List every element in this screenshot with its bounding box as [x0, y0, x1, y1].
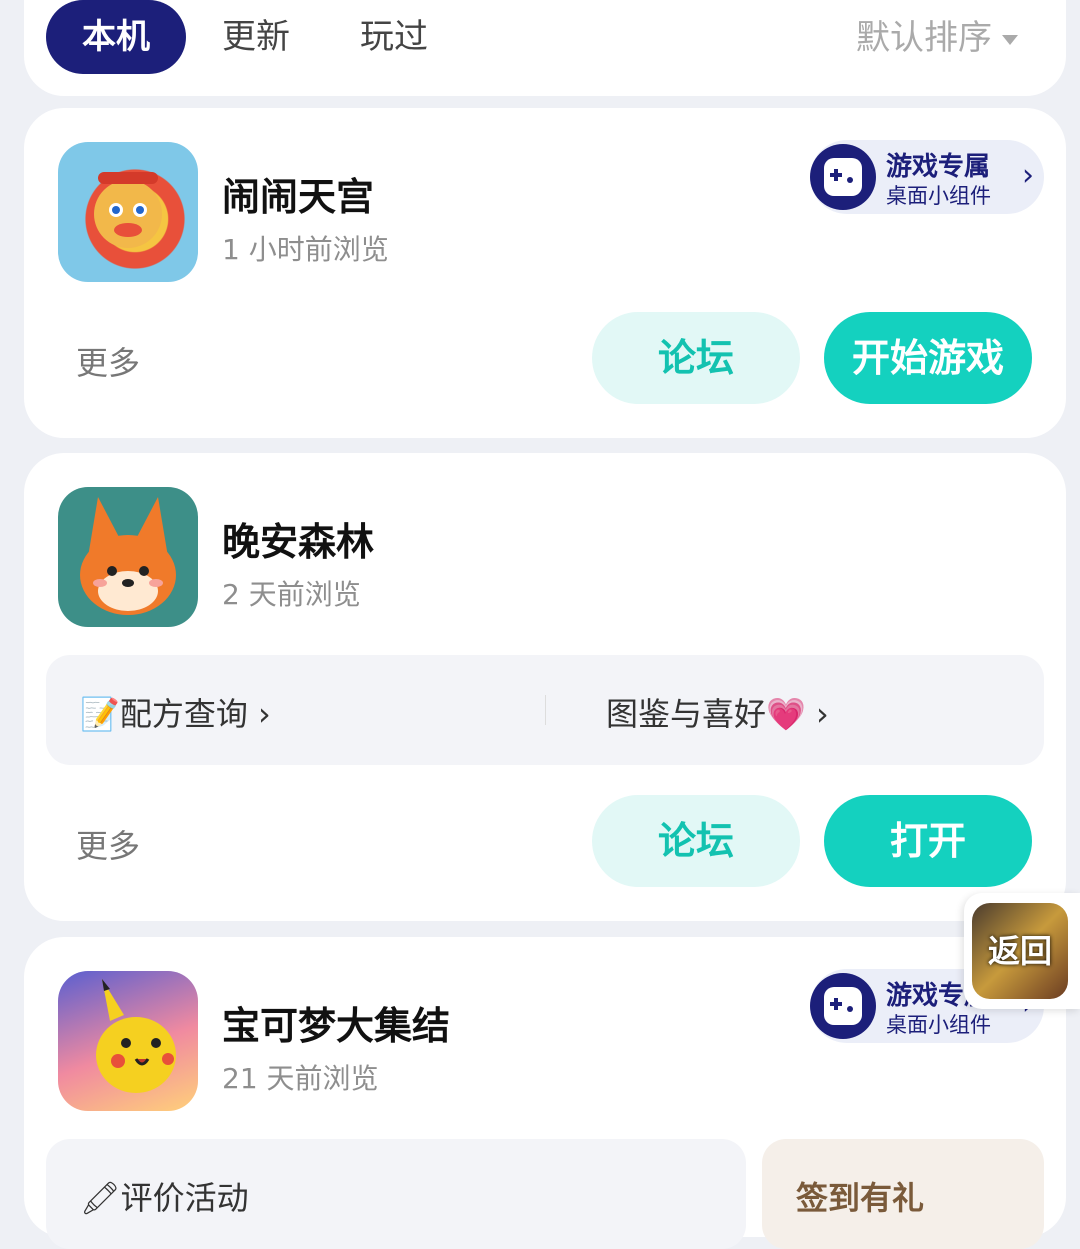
encyclopedia-link[interactable]: 图鉴与喜好💗 › — [606, 689, 829, 735]
app-icon-goodnight-forest[interactable] — [58, 487, 198, 627]
more-link[interactable]: 更多 — [76, 821, 140, 867]
monkey-king-icon — [94, 172, 162, 248]
game-title: 闹闹天宫 — [222, 175, 375, 219]
caret-down-icon — [1002, 34, 1018, 45]
forum-button[interactable]: 论坛 — [592, 312, 800, 404]
quick-link-label: 📝配方查询 — [80, 695, 248, 733]
sort-label: 默认排序 — [856, 18, 992, 58]
game-card: 闹闹天宫 1 小时前浏览 游戏专属 桌面小组件 › 更多 论坛 开始游戏 — [24, 108, 1066, 438]
chevron-right-icon: › — [247, 695, 271, 733]
game-title: 晚安森林 — [222, 520, 375, 564]
game-card: 晚安森林 2 天前浏览 📝配方查询 › 图鉴与喜好💗 › 更多 论坛 打开 — [24, 453, 1066, 921]
pikachu-icon — [96, 979, 176, 1093]
start-game-button[interactable]: 开始游戏 — [824, 312, 1032, 404]
back-label: 返回 — [987, 932, 1052, 970]
chevron-right-icon: › — [805, 695, 829, 733]
game-last-viewed: 1 小时前浏览 — [222, 233, 389, 266]
game-card: 宝可梦大集结 21 天前浏览 游戏专属 桌面小组件 › 🖍评价活动 签到有礼 — [24, 937, 1066, 1249]
desktop-widget-button[interactable]: 游戏专属 桌面小组件 › — [810, 140, 1044, 214]
game-last-viewed: 2 天前浏览 — [222, 578, 361, 611]
tab-updates[interactable]: 更新 — [222, 0, 290, 74]
quick-link-label: 图鉴与喜好💗 — [606, 695, 806, 733]
quick-links-bar: 📝配方查询 › 图鉴与喜好💗 › — [46, 655, 1044, 765]
forum-button[interactable]: 论坛 — [592, 795, 800, 887]
fox-icon — [80, 497, 176, 615]
gamepad-icon — [810, 973, 876, 1039]
filter-bar: 本机 更新 玩过 默认排序 — [24, 0, 1066, 96]
app-icon-pokemon-unite[interactable] — [58, 971, 198, 1111]
widget-subtitle: 桌面小组件 — [886, 184, 991, 208]
quick-link-label: 签到有礼 — [796, 1179, 925, 1217]
app-icon-naonao[interactable] — [58, 142, 198, 282]
recipe-lookup-link[interactable]: 📝配方查询 › — [80, 689, 271, 735]
more-link[interactable]: 更多 — [76, 338, 140, 384]
back-thumbnail: 返回 — [972, 903, 1068, 999]
quick-link-checkin[interactable]: 签到有礼 — [762, 1139, 1044, 1249]
chevron-right-icon: › — [1022, 158, 1034, 193]
game-last-viewed: 21 天前浏览 — [222, 1062, 379, 1095]
tab-local[interactable]: 本机 — [46, 0, 186, 74]
quick-link-label: 🖍评价活动 — [80, 1179, 249, 1217]
divider — [545, 695, 546, 725]
floating-back-button[interactable]: 返回 — [964, 893, 1080, 1009]
widget-subtitle: 桌面小组件 — [886, 1013, 991, 1037]
tab-played[interactable]: 玩过 — [360, 0, 428, 74]
game-title: 宝可梦大集结 — [222, 1004, 451, 1048]
quick-link-event[interactable]: 🖍评价活动 — [46, 1139, 746, 1249]
gamepad-icon — [810, 144, 876, 210]
open-game-button[interactable]: 打开 — [824, 795, 1032, 887]
widget-title: 游戏专属 — [886, 152, 991, 182]
sort-dropdown[interactable]: 默认排序 — [856, 15, 1018, 61]
